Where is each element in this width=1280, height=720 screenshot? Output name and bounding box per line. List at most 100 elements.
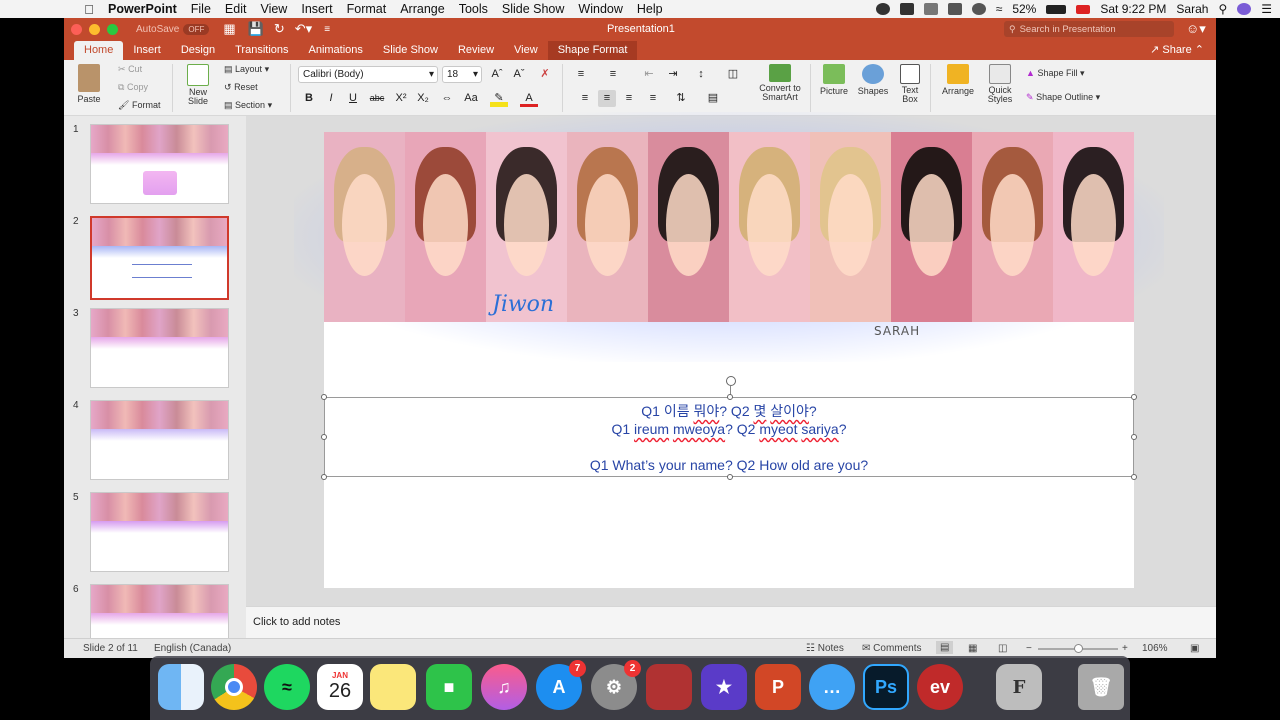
notes-pane[interactable]: Click to add notes bbox=[246, 606, 1216, 638]
copy-button[interactable]: ⧉ Copy bbox=[118, 82, 148, 93]
siri-icon[interactable] bbox=[1237, 3, 1252, 15]
sidebar-icon[interactable]: ▦ bbox=[223, 21, 235, 37]
highlight-icon[interactable]: ✎ bbox=[490, 90, 508, 107]
notification-center-icon[interactable]: ☰ bbox=[1261, 2, 1272, 16]
cup-icon[interactable] bbox=[947, 3, 962, 15]
clear-format-icon[interactable]: ✗ bbox=[536, 66, 554, 83]
redo-icon[interactable]: ↻ bbox=[274, 21, 285, 37]
timemachine-icon[interactable] bbox=[971, 3, 986, 15]
align-text-icon[interactable]: ▤ bbox=[704, 90, 722, 107]
numbering-icon[interactable]: ≡ bbox=[604, 66, 622, 83]
close-window-button[interactable] bbox=[71, 23, 82, 35]
menu-insert[interactable]: Insert bbox=[301, 2, 332, 16]
save-icon[interactable]: 💾 bbox=[248, 21, 264, 37]
notes-toggle[interactable]: ☷ Notes bbox=[806, 643, 844, 654]
tab-slide-show[interactable]: Slide Show bbox=[373, 41, 448, 60]
english-question-line[interactable]: Q1 What’s your name? Q2 How old are you? bbox=[325, 457, 1133, 473]
menu-window[interactable]: Window bbox=[578, 2, 622, 16]
thumbnail-slide-6[interactable] bbox=[90, 584, 229, 638]
shape-fill-button[interactable]: ▲ Shape Fill ▾ bbox=[1026, 68, 1085, 79]
trash-icon[interactable]: 🗑 bbox=[1078, 664, 1124, 710]
customize-toolbar-icon[interactable]: ≡ bbox=[324, 24, 330, 35]
menu-edit[interactable]: Edit bbox=[225, 2, 247, 16]
superscript-icon[interactable]: X² bbox=[392, 90, 410, 107]
thumbnail-slide-3[interactable] bbox=[90, 308, 229, 388]
tab-insert[interactable]: Insert bbox=[123, 41, 171, 60]
system-preferences-icon[interactable]: ⚙ 2 bbox=[591, 660, 641, 710]
calendar-icon[interactable]: JAN 26 bbox=[317, 664, 363, 710]
powerpoint-icon[interactable]: P bbox=[755, 664, 801, 710]
font-name-field[interactable]: Calibri (Body) ▾ bbox=[298, 66, 438, 83]
justify-icon[interactable]: ≡ bbox=[644, 90, 662, 107]
menu-arrange[interactable]: Arrange bbox=[400, 2, 444, 16]
slide-canvas[interactable]: Jiwon SARAH Q1 이름 뭐야? Q2 몇 살이야? Q1 ireum… bbox=[294, 112, 1164, 588]
romanized-question-line[interactable]: Q1 ireum mweoya? Q2 myeot sariya? bbox=[325, 421, 1133, 437]
fit-to-window-icon[interactable]: ▣ bbox=[1190, 643, 1199, 654]
resize-handle[interactable] bbox=[727, 394, 733, 400]
shape-outline-button[interactable]: ✎ Shape Outline ▾ bbox=[1026, 92, 1100, 103]
thumbnail-slide-4[interactable] bbox=[90, 400, 229, 480]
battery-percent[interactable]: 52% bbox=[1012, 2, 1036, 16]
tab-view[interactable]: View bbox=[504, 41, 548, 60]
align-right-icon[interactable]: ≡ bbox=[620, 90, 638, 107]
wifi-icon[interactable]: ≈ bbox=[996, 2, 1003, 16]
photoshop-icon[interactable]: Ps bbox=[863, 664, 909, 710]
normal-view-icon[interactable]: ▤ bbox=[936, 641, 954, 654]
tab-home[interactable]: Home bbox=[74, 41, 124, 60]
app-menu[interactable]: PowerPoint bbox=[108, 2, 177, 16]
columns-icon[interactable]: ◫ bbox=[724, 66, 742, 83]
italic-icon[interactable]: I bbox=[322, 90, 340, 107]
resize-handle[interactable] bbox=[1131, 474, 1137, 480]
member-photo-banner[interactable] bbox=[324, 132, 1134, 322]
increase-indent-icon[interactable]: ⇥ bbox=[664, 66, 682, 83]
thumbnail-slide-1[interactable] bbox=[90, 124, 229, 204]
tab-design[interactable]: Design bbox=[171, 41, 225, 60]
zoom-window-button[interactable] bbox=[107, 23, 118, 35]
decrease-indent-icon[interactable]: ⇤ bbox=[640, 66, 658, 83]
smiley-icon[interactable]: ☺▾ bbox=[1186, 21, 1206, 37]
font-size-field[interactable]: 18 ▾ bbox=[442, 66, 482, 83]
reset-button[interactable]: ↺ Reset bbox=[224, 82, 258, 93]
menu-format[interactable]: Format bbox=[347, 2, 387, 16]
menu-file[interactable]: File bbox=[191, 2, 211, 16]
format-painter-button[interactable]: 🖌 Format bbox=[118, 100, 160, 111]
question-text-box[interactable]: Q1 이름 뭐야? Q2 몇 살이야? Q1 ireum mweoya? Q2 … bbox=[321, 394, 1137, 480]
finder-icon[interactable] bbox=[158, 664, 204, 710]
tab-review[interactable]: Review bbox=[448, 41, 504, 60]
convert-smartart-button[interactable]: Convert to SmartArt bbox=[754, 64, 806, 102]
autosave-toggle[interactable]: OFF bbox=[183, 23, 210, 35]
tab-transitions[interactable]: Transitions bbox=[225, 41, 298, 60]
vpn-icon[interactable] bbox=[899, 3, 914, 15]
language-indicator[interactable]: English (Canada) bbox=[154, 643, 231, 654]
bold-icon[interactable]: B bbox=[300, 90, 318, 107]
notes-app-icon[interactable] bbox=[370, 664, 416, 710]
increase-font-icon[interactable]: Aˆ bbox=[488, 66, 506, 83]
zoom-slider-thumb[interactable] bbox=[1074, 644, 1083, 653]
korean-question-line[interactable]: Q1 이름 뭐야? Q2 몇 살이야? bbox=[325, 401, 1133, 421]
messages-icon[interactable]: … bbox=[809, 664, 855, 710]
decrease-font-icon[interactable]: Aˇ bbox=[510, 66, 528, 83]
search-box[interactable]: ⚲ Search in Presentation bbox=[1004, 21, 1174, 37]
tab-animations[interactable]: Animations bbox=[299, 41, 373, 60]
bullets-icon[interactable]: ≡ bbox=[572, 66, 590, 83]
menu-help[interactable]: Help bbox=[637, 2, 663, 16]
text-direction-icon[interactable]: ⇅ bbox=[672, 90, 690, 107]
align-center-icon[interactable]: ≡ bbox=[598, 90, 616, 107]
undo-icon[interactable]: ↶▾ bbox=[295, 21, 312, 37]
underline-icon[interactable]: U bbox=[344, 90, 362, 107]
align-left-icon[interactable]: ≡ bbox=[576, 90, 594, 107]
chrome-icon[interactable] bbox=[211, 664, 257, 710]
minimize-window-button[interactable] bbox=[89, 23, 100, 35]
resize-handle[interactable] bbox=[727, 474, 733, 480]
resize-handle[interactable] bbox=[321, 394, 327, 400]
resize-handle[interactable] bbox=[1131, 394, 1137, 400]
slide-sorter-icon[interactable]: ▦ bbox=[968, 643, 977, 654]
itunes-icon[interactable]: ♫ bbox=[481, 664, 527, 710]
thumbnail-slide-2[interactable] bbox=[90, 216, 229, 300]
resize-handle[interactable] bbox=[321, 474, 327, 480]
cut-button[interactable]: ✂ Cut bbox=[118, 64, 142, 75]
zoom-slider[interactable] bbox=[1038, 644, 1118, 653]
char-spacing-icon[interactable]: ⇔ bbox=[438, 90, 456, 107]
zoom-in-icon[interactable]: + bbox=[1122, 643, 1128, 654]
menu-tools[interactable]: Tools bbox=[459, 2, 488, 16]
